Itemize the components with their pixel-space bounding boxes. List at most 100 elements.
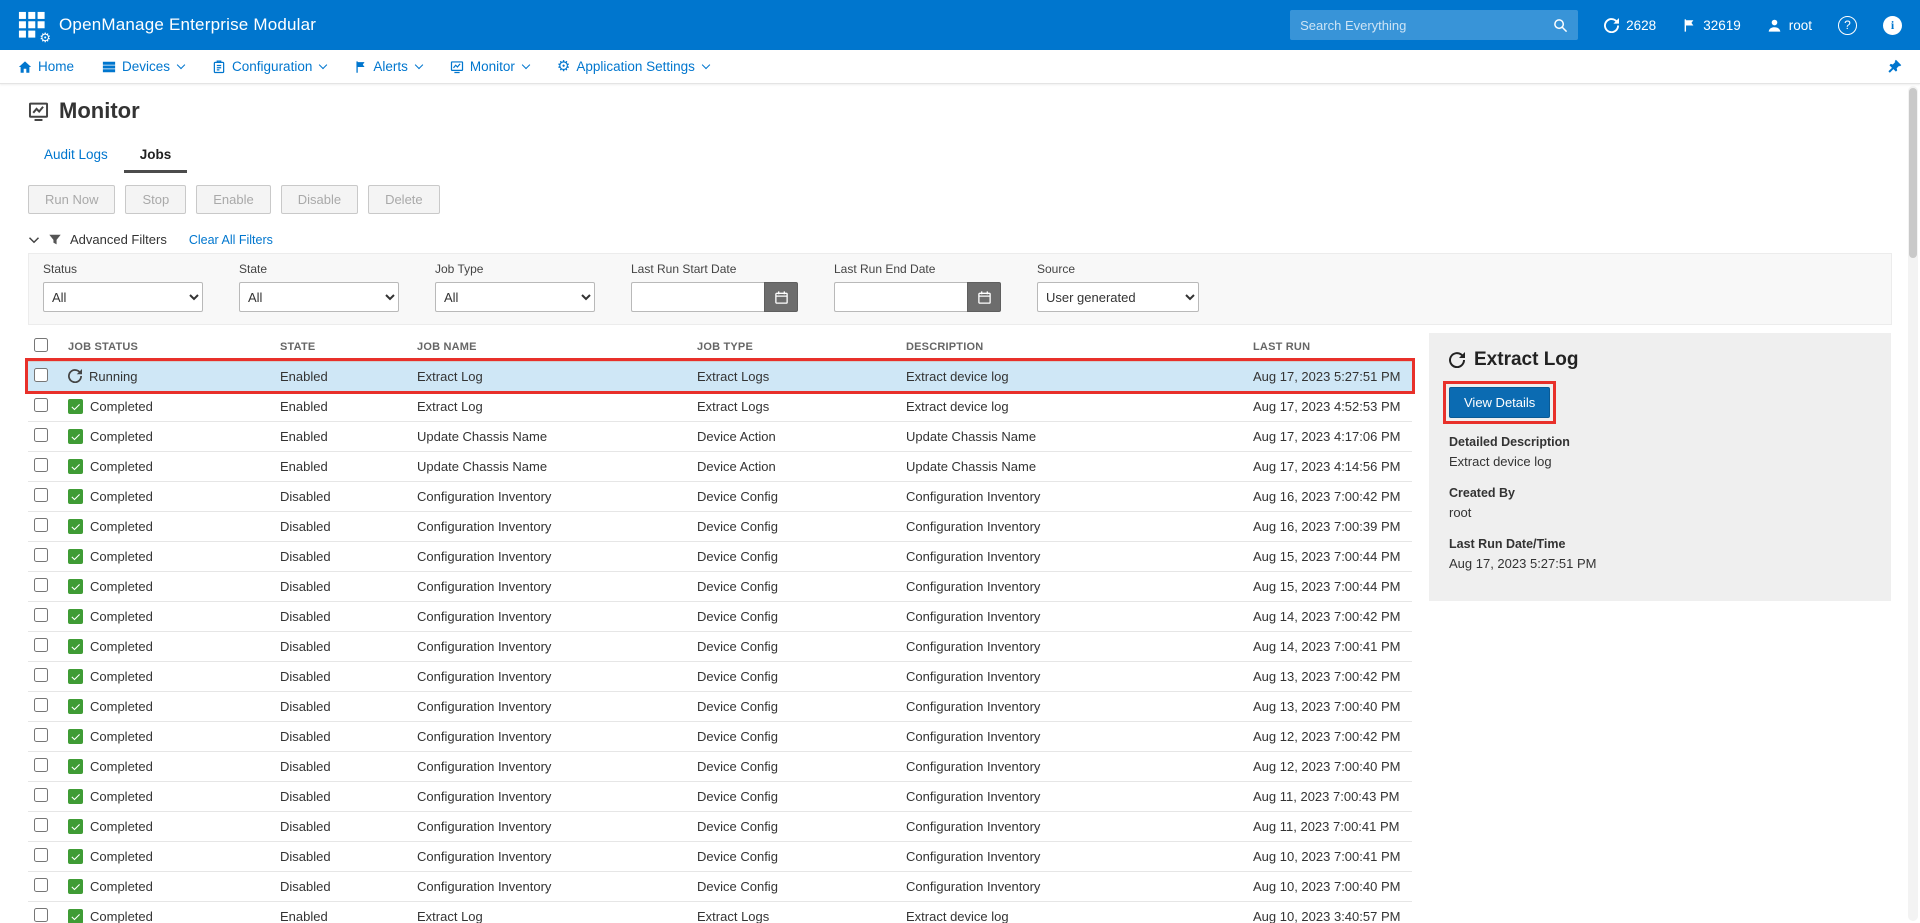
state-text: Disabled <box>276 601 413 631</box>
help-icon[interactable]: ? <box>1838 16 1857 35</box>
job-type-text: Device Config <box>693 481 902 511</box>
column-header-job-type[interactable]: JOB TYPE <box>693 333 902 361</box>
row-checkbox[interactable] <box>34 908 48 922</box>
info-icon[interactable]: i <box>1883 16 1902 35</box>
main-area: JOB STATUS STATE JOB NAME JOB TYPE DESCR… <box>28 333 1892 923</box>
column-header-last-run[interactable]: LAST RUN <box>1249 333 1412 361</box>
select-all-checkbox[interactable] <box>34 338 48 352</box>
row-checkbox[interactable] <box>34 818 48 832</box>
table-row[interactable]: Completed Disabled Configuration Invento… <box>28 691 1412 721</box>
row-checkbox[interactable] <box>34 848 48 862</box>
view-details-button[interactable]: View Details <box>1449 387 1550 418</box>
table-row[interactable]: Completed Enabled Update Chassis Name De… <box>28 421 1412 451</box>
table-row[interactable]: Completed Disabled Configuration Invento… <box>28 781 1412 811</box>
advanced-filters-label[interactable]: Advanced Filters <box>70 232 167 247</box>
pin-menu-icon[interactable] <box>1887 59 1902 74</box>
job-type-text: Device Config <box>693 571 902 601</box>
last-run-start-date-input[interactable] <box>631 282 764 312</box>
table-row[interactable]: Completed Disabled Configuration Invento… <box>28 571 1412 601</box>
description-text: Extract device log <box>902 391 1249 421</box>
table-row[interactable]: Completed Disabled Configuration Invento… <box>28 631 1412 661</box>
table-row[interactable]: Running Enabled Extract Log Extract Logs… <box>28 361 1412 391</box>
status-filter-select[interactable]: All <box>43 282 203 312</box>
nav-item-monitor[interactable]: Monitor <box>450 59 529 74</box>
state-text: Enabled <box>276 451 413 481</box>
row-checkbox[interactable] <box>34 638 48 652</box>
table-row[interactable]: Completed Disabled Configuration Invento… <box>28 481 1412 511</box>
row-checkbox[interactable] <box>34 398 48 412</box>
column-header-description[interactable]: DESCRIPTION <box>902 333 1249 361</box>
collapse-chevron-icon[interactable] <box>28 234 40 246</box>
table-row[interactable]: Completed Disabled Configuration Invento… <box>28 601 1412 631</box>
stop-button[interactable]: Stop <box>125 185 186 214</box>
table-row[interactable]: Completed Enabled Extract Log Extract Lo… <box>28 391 1412 421</box>
last-run-end-date-input[interactable] <box>834 282 967 312</box>
nav-item-configuration[interactable]: Configuration <box>212 59 326 74</box>
row-checkbox[interactable] <box>34 368 48 382</box>
nav-item-alerts[interactable]: Alerts <box>354 59 422 74</box>
nav-item-application-settings[interactable]: ⚙ Application Settings <box>557 59 709 74</box>
job-details-panel: Extract Log View Details Detailed Descri… <box>1429 333 1891 601</box>
enable-button[interactable]: Enable <box>196 185 270 214</box>
last-run-text: Aug 12, 2023 7:00:40 PM <box>1249 751 1412 781</box>
calendar-button[interactable] <box>764 282 798 312</box>
row-checkbox[interactable] <box>34 758 48 772</box>
disable-button[interactable]: Disable <box>281 185 358 214</box>
table-row[interactable]: Completed Disabled Configuration Invento… <box>28 811 1412 841</box>
description-text: Configuration Inventory <box>902 571 1249 601</box>
column-header-job-name[interactable]: JOB NAME <box>413 333 693 361</box>
row-checkbox[interactable] <box>34 608 48 622</box>
alerts-indicator[interactable]: 32619 <box>1682 18 1741 33</box>
row-checkbox[interactable] <box>34 518 48 532</box>
row-checkbox[interactable] <box>34 788 48 802</box>
row-checkbox[interactable] <box>34 428 48 442</box>
search-icon[interactable] <box>1553 18 1568 33</box>
table-row[interactable]: Completed Enabled Extract Log Extract Lo… <box>28 901 1412 923</box>
last-run-text: Aug 17, 2023 4:17:06 PM <box>1249 421 1412 451</box>
calendar-button[interactable] <box>967 282 1001 312</box>
completed-check-icon <box>68 759 83 774</box>
last-run-text: Aug 17, 2023 4:14:56 PM <box>1249 451 1412 481</box>
job-type-text: Device Config <box>693 541 902 571</box>
table-row[interactable]: Completed Disabled Configuration Invento… <box>28 541 1412 571</box>
page-content: Monitor Audit Logs Jobs Run Now Stop Ena… <box>0 98 1920 923</box>
row-checkbox[interactable] <box>34 878 48 892</box>
run-now-button[interactable]: Run Now <box>28 185 115 214</box>
table-row[interactable]: Completed Disabled Configuration Invento… <box>28 511 1412 541</box>
table-row[interactable]: Completed Disabled Configuration Invento… <box>28 721 1412 751</box>
nav-item-devices[interactable]: Devices <box>102 59 184 74</box>
clear-all-filters-link[interactable]: Clear All Filters <box>189 233 273 247</box>
row-checkbox[interactable] <box>34 728 48 742</box>
scrollbar-thumb[interactable] <box>1909 88 1917 258</box>
jobs-indicator[interactable]: 2628 <box>1604 18 1656 33</box>
row-checkbox[interactable] <box>34 578 48 592</box>
source-filter-select[interactable]: User generated <box>1037 282 1199 312</box>
row-checkbox[interactable] <box>34 668 48 682</box>
column-header-job-status[interactable]: JOB STATUS <box>64 333 276 361</box>
column-header-state[interactable]: STATE <box>276 333 413 361</box>
state-text: Enabled <box>276 361 413 391</box>
table-row[interactable]: Completed Disabled Configuration Invento… <box>28 871 1412 901</box>
vertical-scrollbar[interactable] <box>1908 86 1918 921</box>
state-text: Enabled <box>276 901 413 923</box>
row-checkbox[interactable] <box>34 698 48 712</box>
state-filter-select[interactable]: All <box>239 282 399 312</box>
job-status-text: Completed <box>90 459 153 474</box>
description-text: Configuration Inventory <box>902 721 1249 751</box>
table-row[interactable]: Completed Disabled Configuration Invento… <box>28 661 1412 691</box>
nav-item-home[interactable]: Home <box>18 59 74 74</box>
row-checkbox[interactable] <box>34 458 48 472</box>
tab-audit-logs[interactable]: Audit Logs <box>28 138 124 173</box>
job-type-filter-select[interactable]: All <box>435 282 595 312</box>
search-input[interactable] <box>1300 18 1553 33</box>
table-row[interactable]: Completed Disabled Configuration Invento… <box>28 841 1412 871</box>
jobs-table: JOB STATUS STATE JOB NAME JOB TYPE DESCR… <box>28 333 1412 923</box>
delete-button[interactable]: Delete <box>368 185 440 214</box>
table-row[interactable]: Completed Enabled Update Chassis Name De… <box>28 451 1412 481</box>
tab-jobs[interactable]: Jobs <box>124 138 188 173</box>
global-search[interactable] <box>1290 10 1578 40</box>
row-checkbox[interactable] <box>34 488 48 502</box>
user-menu[interactable]: root <box>1767 18 1812 33</box>
table-row[interactable]: Completed Disabled Configuration Invento… <box>28 751 1412 781</box>
row-checkbox[interactable] <box>34 548 48 562</box>
